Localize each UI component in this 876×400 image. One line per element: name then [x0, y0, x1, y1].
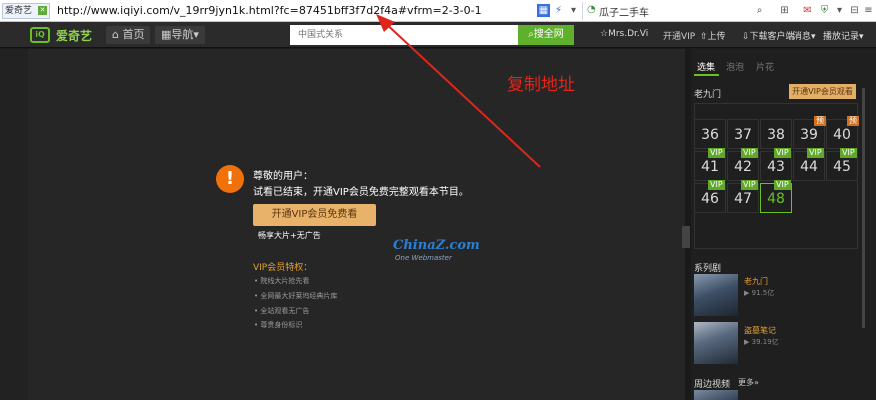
thumbnail-laojiumen[interactable] [694, 274, 738, 316]
episode-badge: 预 [847, 116, 859, 126]
episode-badge: VIP [741, 148, 758, 158]
nearby-title: 周边视频 [694, 380, 731, 390]
episode-36[interactable]: 36 [694, 119, 726, 149]
episode-badge: 预 [814, 116, 826, 126]
episode-badge: VIP [774, 148, 791, 158]
related-title[interactable]: 老九门 [744, 276, 768, 287]
episode-38[interactable]: 38 [760, 119, 792, 149]
more-link[interactable]: 更多» [738, 377, 759, 388]
tab-episodes[interactable]: 选集 [697, 60, 715, 73]
annotation-text: 复制地址 [507, 75, 575, 95]
episode-badge: VIP [708, 180, 725, 190]
thumbnail-daomubiji[interactable] [694, 322, 738, 364]
tab-bubbles[interactable]: 泡泡 [726, 60, 744, 73]
related-title[interactable]: 盗墓笔记 [744, 325, 776, 336]
active-tab-indicator [694, 74, 719, 76]
play-count: ▶ 39.19亿 [744, 338, 779, 346]
show-title: 老九门 [694, 90, 722, 100]
play-icon: ▶ [744, 289, 750, 297]
scrollbar[interactable] [862, 88, 865, 328]
episode-badge: VIP [807, 148, 824, 158]
episode-badge: VIP [774, 180, 791, 190]
series-title: 系列剧 [694, 264, 722, 274]
play-icon: ▶ [744, 338, 750, 346]
episode-37[interactable]: 37 [727, 119, 759, 149]
thumbnail-nearby[interactable] [694, 390, 738, 400]
episode-badge: VIP [741, 180, 758, 190]
tab-clips[interactable]: 片花 [756, 60, 774, 73]
play-count: ▶ 91.5亿 [744, 289, 775, 297]
episode-badge: VIP [840, 148, 857, 158]
episode-badge: VIP [708, 148, 725, 158]
open-vip-watch-button[interactable]: 开通VIP会员观看 [789, 84, 856, 99]
